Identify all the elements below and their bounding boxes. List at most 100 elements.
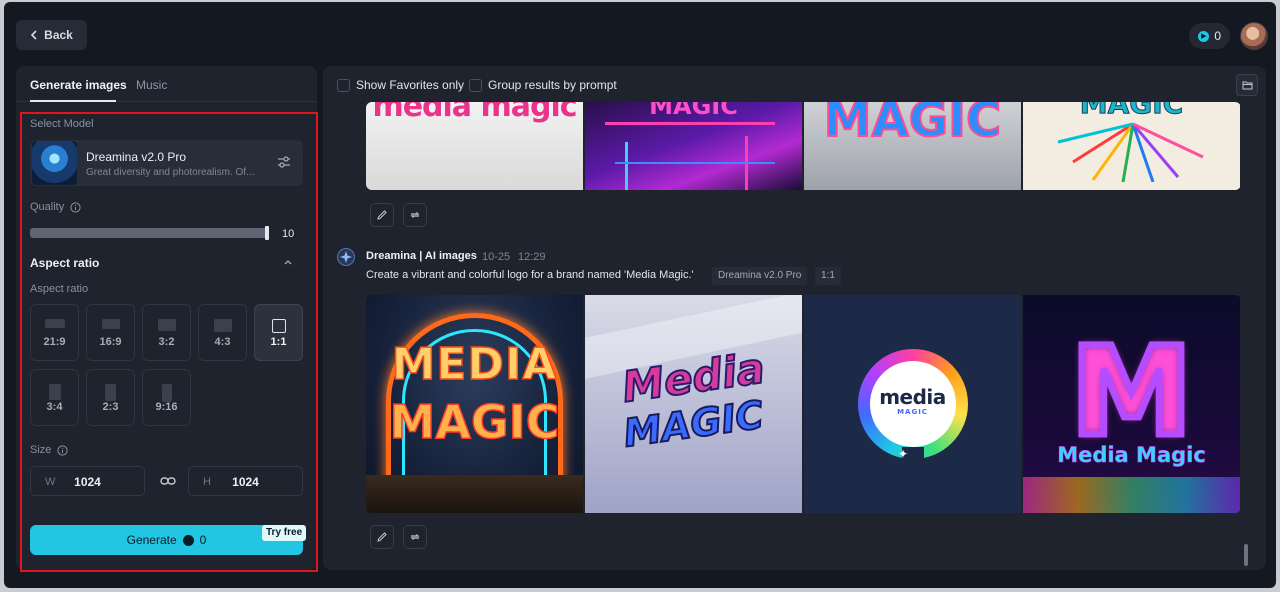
generate-credits: 0 <box>199 533 207 547</box>
quality-slider-handle[interactable] <box>265 226 269 240</box>
size-label: Size <box>30 444 52 456</box>
image-text-line1: M <box>1067 321 1195 463</box>
image-text: media magic <box>372 102 577 124</box>
edit-button[interactable] <box>370 525 394 549</box>
aspect-ratio-shape-icon <box>271 319 286 333</box>
sparkle-icon: ✦ <box>898 447 909 461</box>
result-image[interactable]: media MAGIC ✦ <box>804 295 1021 513</box>
info-icon[interactable] <box>70 202 81 213</box>
result-author: Dreamina | AI images <box>366 250 477 262</box>
results-panel: Show Favorites only Group results by pro… <box>323 66 1266 570</box>
credits-pill[interactable]: ▶ 0 <box>1189 23 1230 49</box>
try-free-badge: Try free <box>262 525 307 541</box>
regenerate-button[interactable] <box>403 203 427 227</box>
avatar[interactable] <box>1240 22 1268 50</box>
pencil-icon <box>377 532 387 542</box>
result-image[interactable]: MAGIC <box>804 102 1021 190</box>
aspect-ratio-shape-icon <box>161 384 172 402</box>
sliders-icon[interactable] <box>277 155 291 169</box>
height-value: 1024 <box>232 475 259 489</box>
refresh-icon <box>410 212 420 218</box>
credit-icon: ▶ <box>1198 30 1210 42</box>
chevron-left-icon <box>31 30 37 40</box>
favorites-checkbox[interactable] <box>337 78 350 92</box>
aspect-ratio-option-label: 3:4 <box>46 401 63 413</box>
result-prompt: Create a vibrant and colorful logo for a… <box>366 269 694 281</box>
aspect-ratio-option[interactable]: 2:3 <box>86 369 135 426</box>
credit-icon <box>182 534 194 546</box>
aspect-ratio-shape-icon <box>101 319 120 329</box>
group-label: Group results by prompt <box>488 78 617 92</box>
result-row-latest: MEDIA MAGIC Media MAGIC media MAGIC ✦ M <box>366 295 1241 513</box>
aspect-ratio-shape-icon <box>157 319 176 331</box>
group-checkbox[interactable] <box>469 78 482 92</box>
model-tag: Dreamina v2.0 Pro <box>712 267 808 285</box>
model-description: Great diversity and photorealism. Of... <box>86 167 255 178</box>
image-text: MAGIC <box>1079 102 1184 120</box>
aspect-ratio-option[interactable]: 3:2 <box>142 304 191 361</box>
model-name: Dreamina v2.0 Pro <box>86 150 187 164</box>
result-image[interactable]: media magic <box>366 102 583 190</box>
quality-slider[interactable] <box>30 228 268 238</box>
chevron-up-icon[interactable] <box>282 256 294 268</box>
result-time: 12:29 <box>518 251 546 263</box>
app-window: Back ▶ 0 Generate images Music Select Mo… <box>4 2 1276 588</box>
aspect-ratio-option-label: 16:9 <box>99 336 122 348</box>
credits-count: 0 <box>1214 29 1221 43</box>
burst-graphic <box>1057 122 1204 182</box>
quality-label: Quality <box>30 201 65 213</box>
aspect-ratio-option[interactable]: 21:9 <box>30 304 79 361</box>
aspect-ratio-option-label: 3:2 <box>158 336 175 348</box>
aspect-ratio-shape-icon <box>105 384 116 401</box>
image-text-line2: MAGIC <box>897 408 928 416</box>
aspect-ratio-option-label: 4:3 <box>214 336 231 348</box>
back-button[interactable]: Back <box>16 20 87 50</box>
result-image[interactable]: MAGIC <box>1023 102 1240 190</box>
back-label: Back <box>44 28 73 42</box>
aspect-ratio-option[interactable]: 4:3 <box>198 304 247 361</box>
pencil-icon <box>377 210 387 220</box>
aspect-ratio-option[interactable]: 3:4 <box>30 369 79 426</box>
height-input[interactable]: H 1024 <box>188 466 303 496</box>
quality-value: 10 <box>282 228 295 240</box>
aspect-ratio-option-label: 1:1 <box>270 336 287 348</box>
model-selector[interactable]: Dreamina v2.0 Pro Great diversity and ph… <box>30 140 303 186</box>
result-image[interactable]: Media MAGIC <box>585 295 802 513</box>
aspect-ratio-option-label: 21:9 <box>43 336 66 348</box>
width-value: 1024 <box>74 475 101 489</box>
info-icon[interactable] <box>57 445 68 456</box>
image-text-line1: media <box>879 385 946 409</box>
aspect-ratio-option-label: 2:3 <box>102 401 119 413</box>
aspect-ratio-shape-icon <box>48 384 61 400</box>
edit-button[interactable] <box>370 203 394 227</box>
result-image[interactable]: MAGIC <box>585 102 802 190</box>
tab-generate-images[interactable]: Generate images <box>30 78 127 92</box>
aspect-ratio-shape-icon <box>213 319 232 332</box>
active-tab-indicator <box>30 100 116 102</box>
image-text-line2: Media Magic <box>1057 443 1206 467</box>
scrollbar-thumb[interactable] <box>1244 544 1248 566</box>
image-text: MAGIC <box>823 102 1002 148</box>
aspect-ratio-option[interactable]: 16:9 <box>86 304 135 361</box>
link-icon[interactable] <box>160 474 176 488</box>
result-row-previous: media magic MAGIC MAGIC MAGIC <box>366 102 1241 190</box>
folder-button[interactable] <box>1236 74 1258 96</box>
aspect-ratio-label: Aspect ratio <box>30 283 89 295</box>
result-image[interactable]: M Media Magic <box>1023 295 1240 513</box>
regenerate-button[interactable] <box>403 525 427 549</box>
aspect-ratio-option[interactable]: 9:16 <box>142 369 191 426</box>
model-thumbnail <box>32 141 77 185</box>
favorites-filter[interactable]: Show Favorites only <box>337 78 464 92</box>
aspect-ratio-option-label: 9:16 <box>155 401 178 413</box>
dreamina-logo-icon <box>337 248 355 266</box>
image-text: MAGIC <box>649 102 738 120</box>
ratio-tag: 1:1 <box>815 267 841 285</box>
aspect-ratio-option[interactable]: 1:1 <box>254 304 303 361</box>
select-model-label: Select Model <box>30 118 94 130</box>
folder-icon <box>1242 81 1252 89</box>
group-filter[interactable]: Group results by prompt <box>469 78 617 92</box>
tab-music[interactable]: Music <box>136 78 167 92</box>
result-image[interactable]: MEDIA MAGIC <box>366 295 583 513</box>
width-input[interactable]: W 1024 <box>30 466 145 496</box>
aspect-ratio-header[interactable]: Aspect ratio <box>30 256 99 270</box>
